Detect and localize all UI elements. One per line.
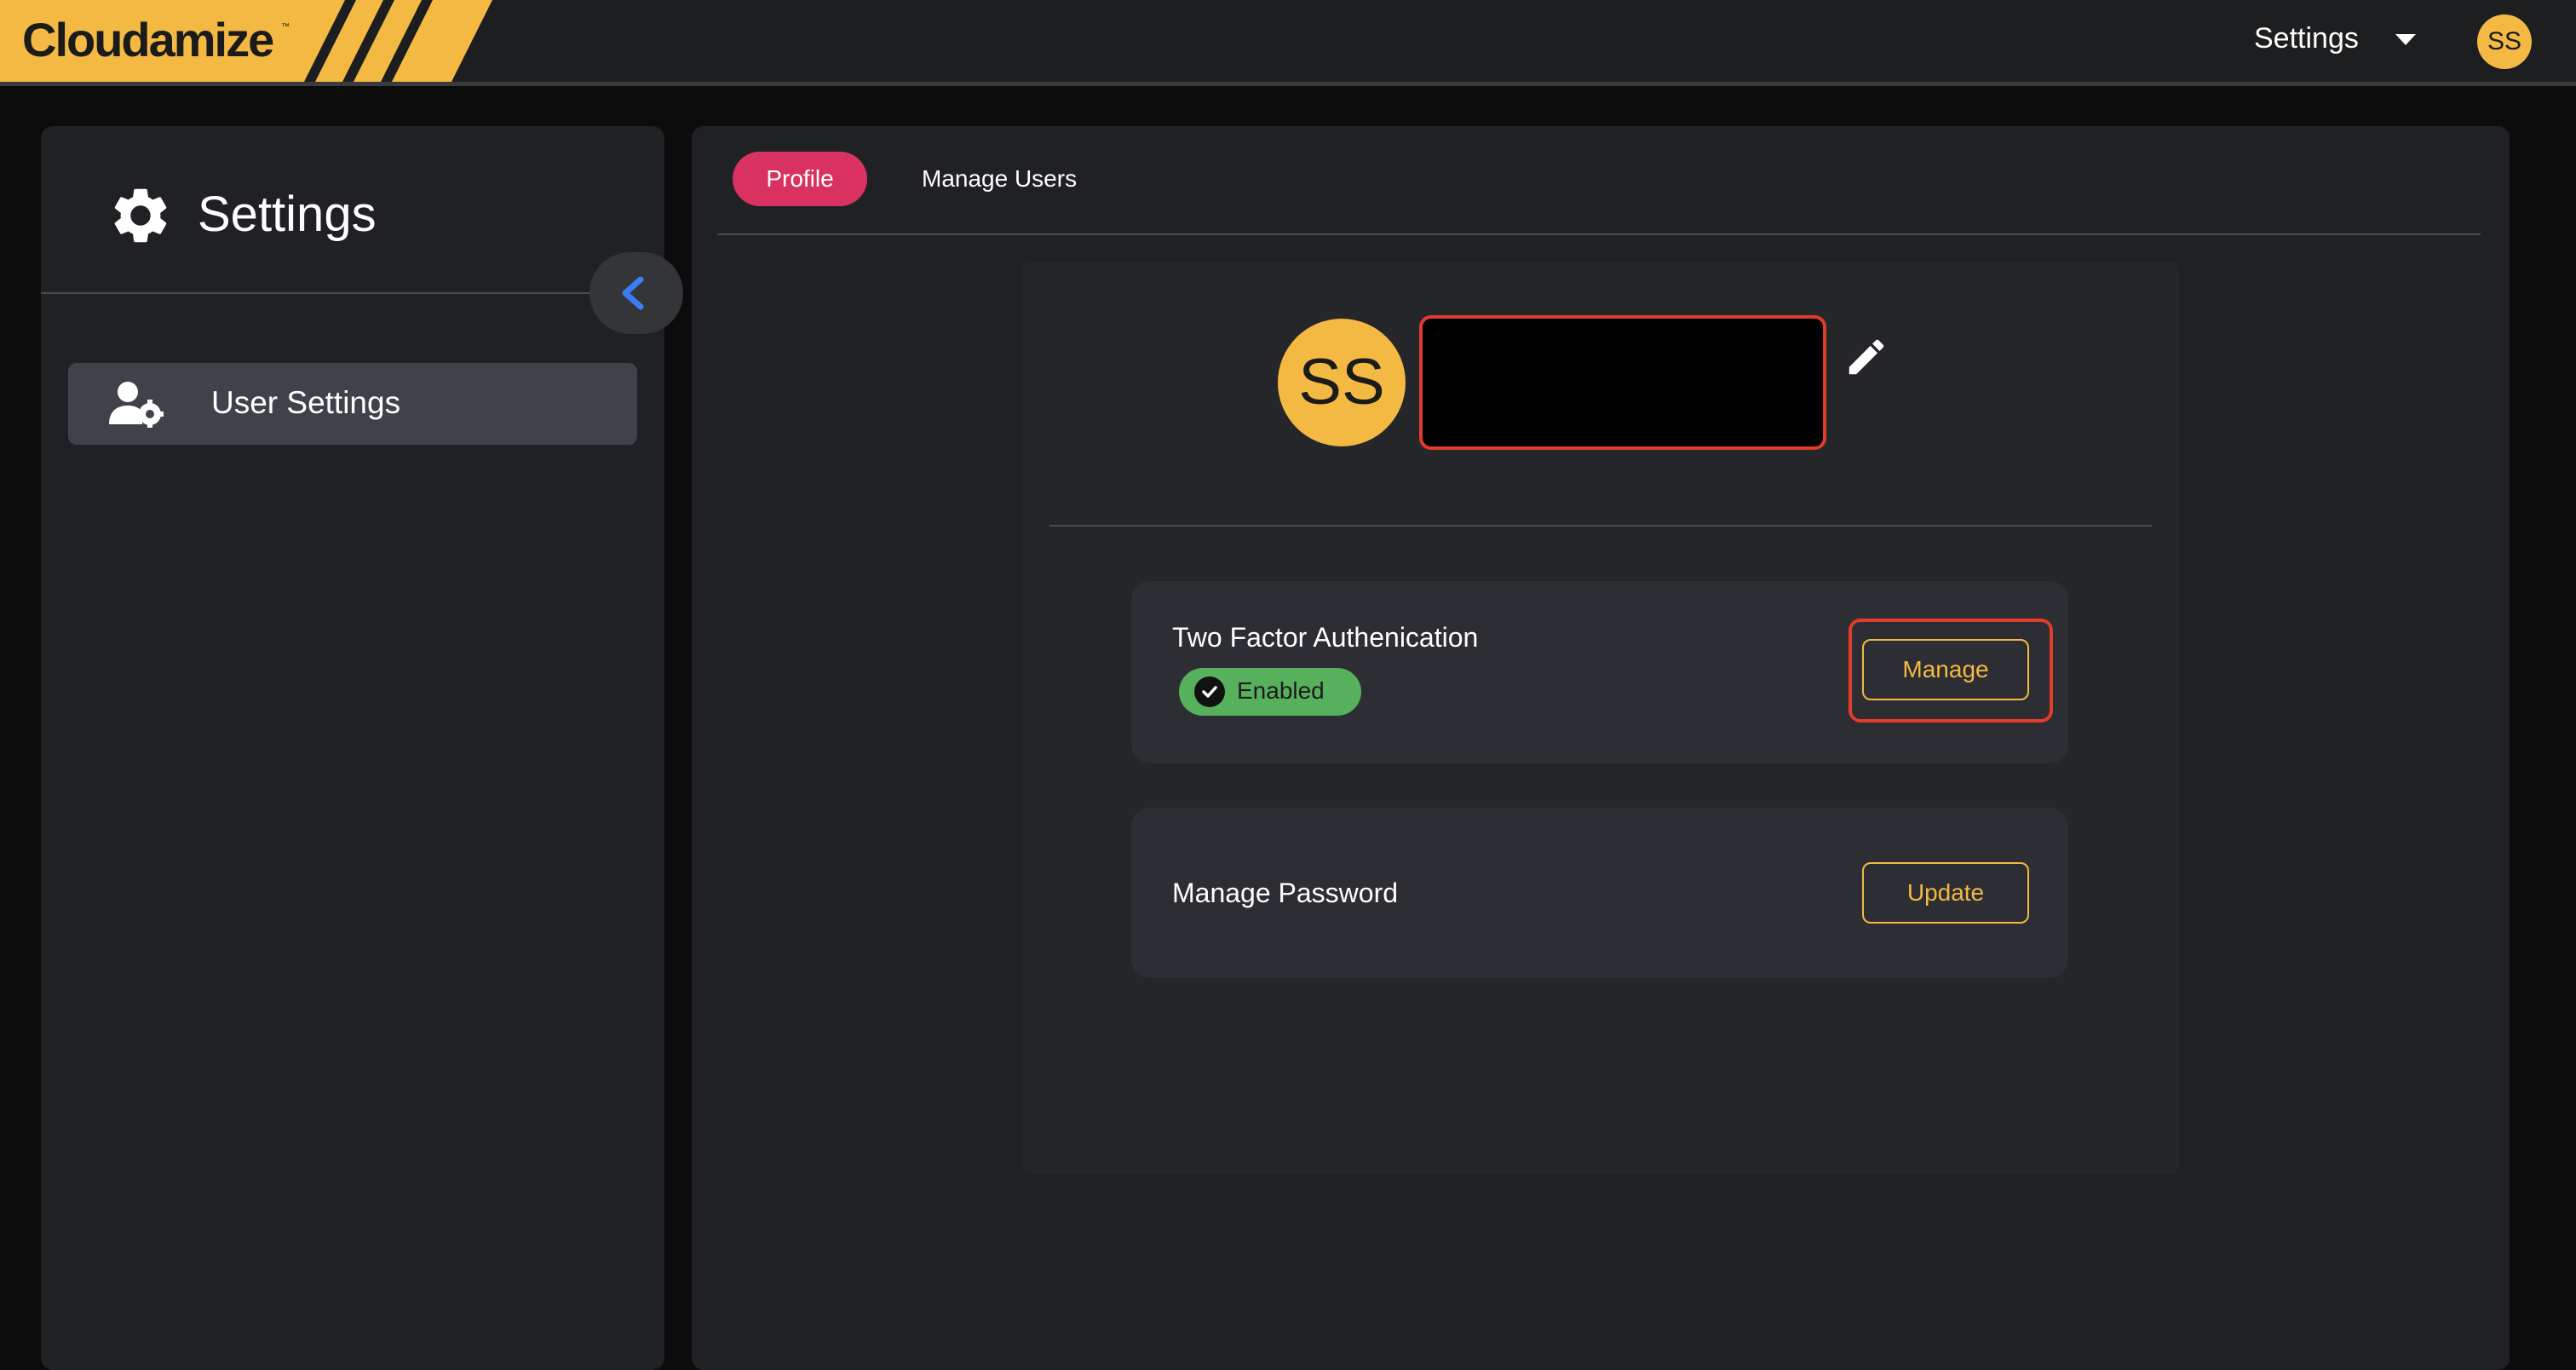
- check-circle-icon: [1194, 676, 1225, 707]
- tab-manage-users[interactable]: Manage Users: [922, 165, 1077, 193]
- top-bar: Cloudamize ™ Settings SS: [0, 0, 2576, 86]
- status-badge-label: Enabled: [1237, 677, 1325, 704]
- sidebar-item-user-settings[interactable]: User Settings: [68, 363, 637, 445]
- status-badge: Enabled: [1179, 668, 1361, 716]
- password-label: Manage Password: [1172, 878, 1399, 908]
- profile-avatar: SS: [1278, 319, 1406, 446]
- profile-card: SS Two Factor Authenication Enabled Mana…: [1022, 262, 2179, 1174]
- collapse-sidebar-button[interactable]: [589, 252, 683, 334]
- settings-content: Profile Manage Users SS Two Factor Authe…: [692, 126, 2510, 1370]
- two-factor-card: Two Factor Authenication Enabled Manage: [1131, 581, 2068, 763]
- user-avatar[interactable]: SS: [2477, 14, 2532, 69]
- manage-two-factor-button[interactable]: Manage: [1862, 639, 2029, 700]
- chevron-left-icon: [622, 276, 644, 310]
- brand-name: Cloudamize: [22, 13, 274, 66]
- two-factor-label: Two Factor Authenication: [1172, 622, 1479, 653]
- tabs-divider: [717, 233, 2481, 235]
- brand-trademark: ™: [281, 22, 290, 32]
- profile-name-field[interactable]: [1419, 315, 1826, 450]
- gear-icon: [107, 182, 174, 253]
- password-card: Manage Password Update: [1131, 808, 2068, 978]
- update-password-button[interactable]: Update: [1862, 862, 2029, 924]
- sidebar-divider: [41, 292, 620, 294]
- caret-down-icon[interactable]: [2395, 34, 2416, 45]
- sidebar-item-label: User Settings: [211, 385, 401, 420]
- pencil-icon[interactable]: [1843, 334, 1889, 384]
- settings-sidebar: Settings User Settings: [41, 126, 683, 1370]
- sidebar-title: Settings: [198, 187, 377, 242]
- user-gear-icon: [109, 380, 164, 432]
- settings-menu[interactable]: Settings: [2254, 22, 2359, 55]
- profile-divider: [1049, 525, 2152, 527]
- tab-profile[interactable]: Profile: [733, 152, 867, 206]
- brand-logo[interactable]: Cloudamize ™: [0, 0, 494, 82]
